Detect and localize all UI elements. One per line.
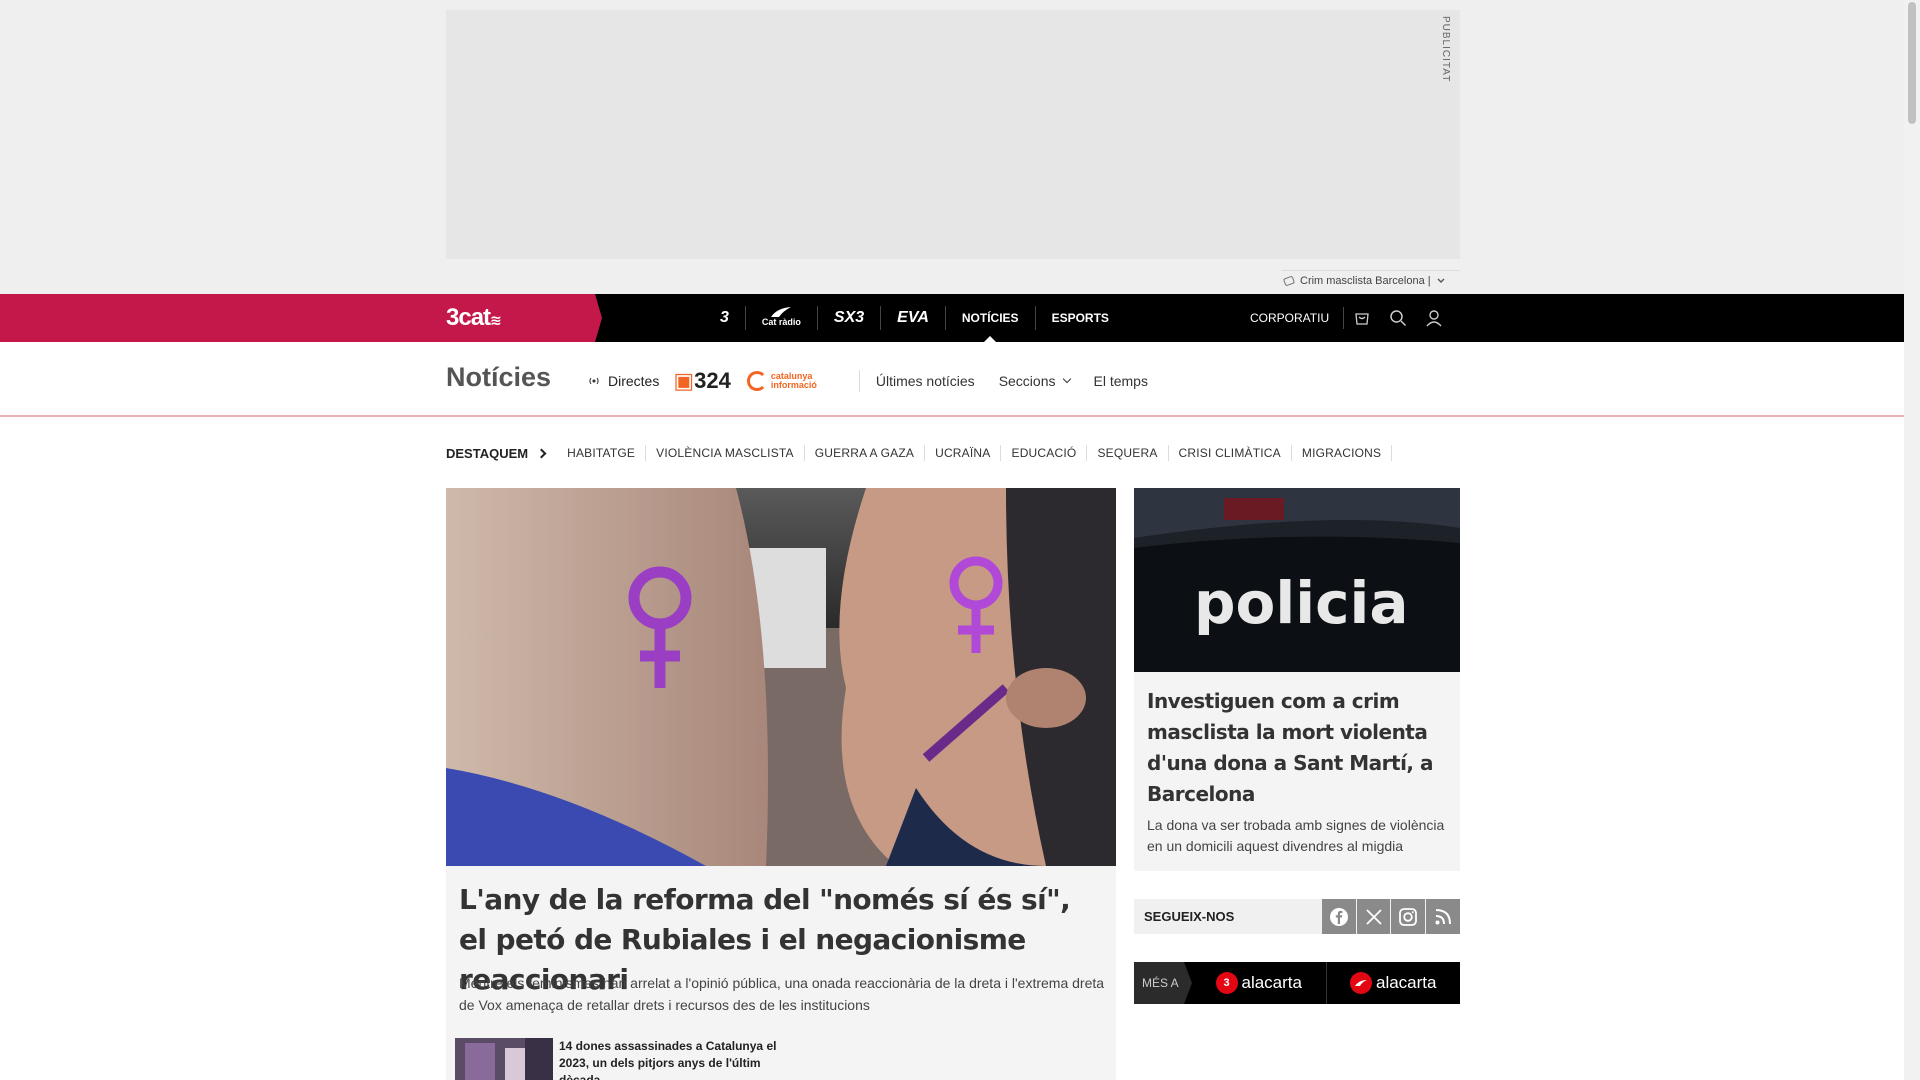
alacarta-bar: MÉS A 3 alacarta alacarta bbox=[1134, 962, 1460, 1004]
catradio-alacarta-link[interactable]: alacarta bbox=[1327, 962, 1461, 1004]
corporatiu-link[interactable]: CORPORATIU bbox=[1250, 307, 1345, 329]
nav-esports-label: ESPORTS bbox=[1051, 311, 1109, 325]
policia-text: policia bbox=[1194, 569, 1409, 637]
topic-tag-label: Crim masclista Barcelona | bbox=[1300, 274, 1431, 287]
shop-icon[interactable] bbox=[1344, 294, 1380, 342]
side-article[interactable]: policia Investiguen com a crim masclista… bbox=[1134, 488, 1460, 871]
ad-banner[interactable] bbox=[446, 10, 1460, 259]
side-article-summary: La dona va ser trobada amb signes de vio… bbox=[1147, 817, 1445, 854]
topic-migracions[interactable]: MIGRACIONS bbox=[1292, 445, 1393, 461]
user-icon[interactable] bbox=[1416, 294, 1452, 342]
324-logo-label: 324 bbox=[694, 368, 731, 393]
topic-crisi-climatica[interactable]: CRISI CLIMÀTICA bbox=[1169, 445, 1292, 461]
channel-eva-label: EVA bbox=[897, 309, 929, 326]
live-icon bbox=[589, 377, 599, 385]
ci-mark-icon bbox=[746, 371, 767, 391]
follow-us: SEGUEIX-NOS bbox=[1134, 899, 1460, 934]
section-divider bbox=[0, 415, 1904, 417]
seccions-dropdown[interactable]: Seccions bbox=[998, 373, 1071, 389]
channel-list: 3 Cat ràdio SX3 EVA NOTÍCIES ESPORTS bbox=[704, 294, 1125, 342]
nav-noticies[interactable]: NOTÍCIES bbox=[946, 306, 1036, 342]
nav-right: CORPORATIU bbox=[1250, 294, 1452, 342]
destaquem-label: DESTAQUEM bbox=[446, 445, 529, 461]
seccions-label: Seccions bbox=[998, 373, 1056, 389]
follow-us-label: SEGUEIX-NOS bbox=[1144, 909, 1235, 924]
chevron-right-icon bbox=[536, 448, 547, 458]
divider bbox=[858, 370, 860, 392]
top-navigation: 3cat≋ 3 Cat ràdio SX3 EVA NOTÍCIES ESPOR… bbox=[0, 294, 1904, 342]
3cat-logo[interactable]: 3cat≋ bbox=[446, 304, 502, 332]
channel-sx3[interactable]: SX3 bbox=[818, 306, 882, 330]
corporatiu-label: CORPORATIU bbox=[1250, 311, 1330, 325]
section-header: Notícies Directes ▣ 324 catalunya informa… bbox=[0, 342, 1904, 417]
ultimes-noticies-label: Últimes notícies bbox=[875, 373, 975, 389]
catradio-alacarta-label: alacarta bbox=[1376, 973, 1437, 992]
main-article[interactable]: L'any de la reforma del "només sí és sí"… bbox=[446, 488, 1116, 1080]
ad-band: PUBLICITAT Crim masclista Barcelona | bbox=[0, 0, 1904, 294]
324-logo[interactable]: ▣ 324 bbox=[673, 370, 731, 392]
section-title[interactable]: Notícies bbox=[446, 362, 551, 393]
related-article[interactable]: 14 dones assassinades a Catalunya el 202… bbox=[455, 1038, 855, 1080]
scrollbar-thumb[interactable] bbox=[1908, 2, 1916, 124]
topic-educacio[interactable]: EDUCACIÓ bbox=[1001, 445, 1088, 461]
324-logo-mark: ▣ bbox=[673, 368, 695, 393]
topic-guerra-a-gaza[interactable]: GUERRA A GAZA bbox=[805, 445, 926, 461]
side-article-headline[interactable]: Investiguen com a crim masclista la mort… bbox=[1147, 686, 1447, 810]
channel-eva[interactable]: EVA bbox=[881, 306, 946, 330]
topic-tag-dropdown[interactable]: Crim masclista Barcelona | bbox=[1282, 270, 1460, 290]
main-article-summary: Mentre els feminismes han arrelat a l'op… bbox=[459, 975, 1105, 1013]
search-icon[interactable] bbox=[1380, 294, 1416, 342]
catalunya-informacio-logo[interactable]: catalunya informació bbox=[746, 371, 841, 391]
topic-violencia-masclista[interactable]: VIOLÈNCIA MASCLISTA bbox=[646, 445, 805, 461]
el-temps-label: El temps bbox=[1093, 373, 1148, 389]
x-icon[interactable] bbox=[1356, 899, 1391, 934]
channel-tv3[interactable]: 3 bbox=[704, 306, 746, 330]
side-article-image[interactable]: policia bbox=[1134, 488, 1460, 672]
section-subnav: Directes ▣ 324 catalunya informació Últim… bbox=[588, 370, 1172, 392]
brand-label: 3cat bbox=[446, 304, 491, 331]
channel-catradio[interactable]: Cat ràdio bbox=[746, 306, 818, 330]
directes-label: Directes bbox=[608, 373, 660, 389]
rss-icon[interactable] bbox=[1426, 899, 1460, 934]
topic-ucraina[interactable]: UCRAÏNA bbox=[925, 445, 1002, 461]
nav-noticies-label: NOTÍCIES bbox=[961, 311, 1019, 325]
related-article-title[interactable]: 14 dones assassinades a Catalunya el 202… bbox=[559, 1038, 779, 1080]
facebook-icon[interactable] bbox=[1321, 899, 1356, 934]
catalunya-informacio-label: catalunya informació bbox=[770, 371, 817, 390]
destaquem-link[interactable]: DESTAQUEM bbox=[446, 445, 547, 461]
ad-label: PUBLICITAT bbox=[1440, 16, 1451, 83]
related-article-image[interactable] bbox=[455, 1038, 553, 1080]
brand-block bbox=[0, 294, 602, 342]
channel-sx3-label: SX3 bbox=[833, 309, 865, 326]
chevron-down-icon bbox=[1062, 374, 1071, 384]
el-temps-link[interactable]: El temps bbox=[1094, 373, 1148, 389]
instagram-icon[interactable] bbox=[1391, 899, 1426, 934]
main-article-image[interactable] bbox=[446, 488, 1116, 866]
mes-a-label: MÉS A bbox=[1134, 962, 1192, 1004]
tv3-alacarta-label: alacarta bbox=[1241, 973, 1302, 992]
channel-tv3-label: 3 bbox=[720, 309, 729, 326]
catradio-badge bbox=[1350, 972, 1372, 994]
page: PUBLICITAT Crim masclista Barcelona | 3c… bbox=[0, 0, 1920, 1080]
directes-link[interactable]: Directes bbox=[588, 373, 659, 389]
tv3-alacarta-link[interactable]: 3 alacarta bbox=[1192, 962, 1327, 1004]
channel-catradio-label: Cat ràdio bbox=[761, 317, 801, 327]
tag-icon bbox=[1282, 275, 1296, 286]
scrollbar[interactable] bbox=[1904, 0, 1920, 1080]
topic-habitatge[interactable]: HABITATGE bbox=[557, 445, 647, 461]
nav-esports[interactable]: ESPORTS bbox=[1036, 306, 1125, 330]
chevron-down-icon bbox=[1437, 278, 1445, 283]
topics-bar: DESTAQUEM HABITATGE VIOLÈNCIA MASCLISTA … bbox=[446, 445, 1393, 461]
ultimes-noticies-link[interactable]: Últimes notícies bbox=[876, 373, 975, 389]
tv3-badge: 3 bbox=[1215, 972, 1238, 994]
topic-sequera[interactable]: SEQUERA bbox=[1087, 445, 1169, 461]
